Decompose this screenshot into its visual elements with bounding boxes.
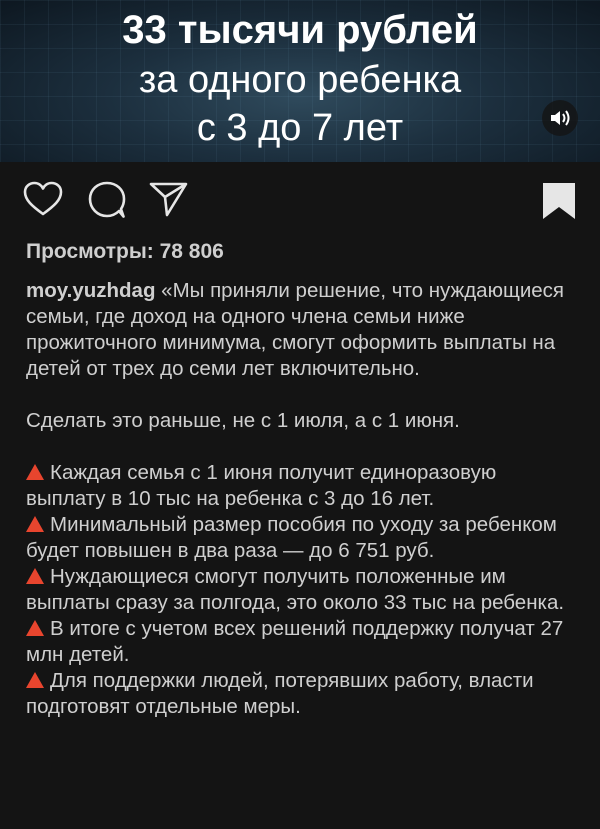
caption-bullet-text: Каждая семья с 1 июня получит единоразов… — [26, 461, 497, 510]
send-icon[interactable] — [148, 180, 190, 218]
warning-triangle-icon — [26, 516, 44, 532]
caption-bullet: Нуждающиеся смогут получить положенные и… — [26, 564, 578, 616]
warning-triangle-icon — [26, 620, 44, 636]
caption-bullet-text: Для поддержки людей, потерявших работу, … — [26, 669, 534, 718]
bookmark-icon[interactable] — [542, 182, 576, 220]
caption-bullet-text: Нуждающиеся смогут получить положенные и… — [26, 565, 565, 614]
comment-icon[interactable] — [86, 180, 128, 220]
heart-icon[interactable] — [22, 180, 64, 218]
caption-intro: moy.yuzhdag «Мы приняли решение, что нуж… — [26, 278, 578, 382]
sound-toggle-button[interactable] — [542, 100, 578, 136]
warning-triangle-icon — [26, 464, 44, 480]
views-count: Просмотры: 78 806 — [26, 240, 224, 263]
action-bar — [0, 162, 600, 234]
username-link[interactable]: moy.yuzhdag — [26, 279, 155, 302]
video-title-line-2: за одного ребенка — [138, 59, 462, 101]
caption-paragraph-2: Сделать это раньше, не с 1 июля, а с 1 и… — [26, 409, 460, 432]
speaker-icon — [551, 110, 570, 126]
warning-triangle-icon — [26, 568, 44, 584]
video-player[interactable]: 33 тысячи рублей за одного ребенка с 3 д… — [0, 0, 600, 162]
post-panel: Просмотры: 78 806 moy.yuzhdag «Мы принял… — [0, 162, 600, 829]
caption-bullet: Каждая семья с 1 июня получит единоразов… — [26, 460, 578, 512]
post-caption: moy.yuzhdag «Мы приняли решение, что нуж… — [26, 278, 578, 720]
caption-bullet-text: В итоге с учетом всех решений поддержку … — [26, 617, 564, 666]
video-title-line-3: с 3 до 7 лет — [196, 107, 404, 149]
caption-bullet: Минимальный размер пособия по уходу за р… — [26, 512, 578, 564]
caption-bullet: В итоге с учетом всех решений поддержку … — [26, 616, 578, 668]
caption-bullet: Для поддержки людей, потерявших работу, … — [26, 668, 578, 720]
warning-triangle-icon — [26, 672, 44, 688]
video-title-line-1: 33 тысячи рублей — [122, 8, 478, 52]
caption-bullet-text: Минимальный размер пособия по уходу за р… — [26, 513, 557, 562]
